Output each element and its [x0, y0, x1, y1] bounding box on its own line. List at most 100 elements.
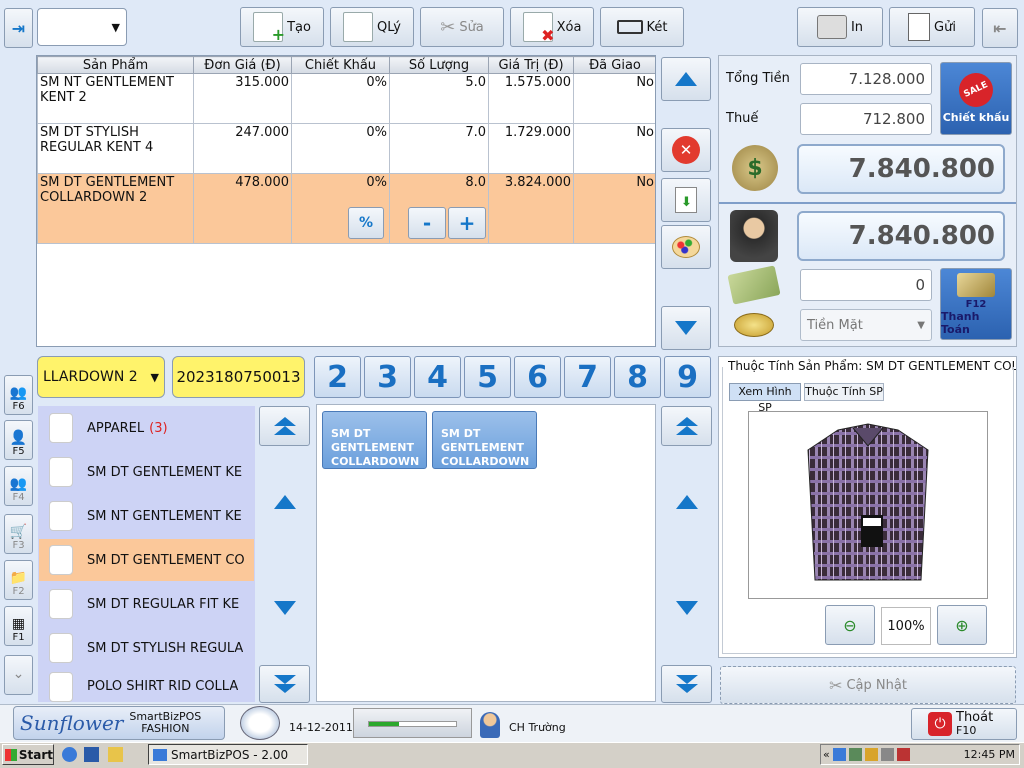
f4-label: F4	[12, 492, 25, 503]
exit-button[interactable]: ⏻ Thoát F10	[911, 708, 1017, 740]
barcode-input[interactable]: 2023180750013	[172, 356, 305, 398]
tray-volume-icon[interactable]	[848, 748, 862, 761]
double-arrow-down-icon	[273, 675, 296, 693]
category-scroll-up-button[interactable]	[259, 484, 310, 520]
digit-9-button[interactable]: 9	[664, 356, 711, 398]
product-page-down-button[interactable]	[661, 665, 712, 703]
checkout-button[interactable]: F12 Thanh Toán	[940, 268, 1012, 340]
payment-method-select[interactable]: Tiền Mặt ▼	[800, 309, 932, 341]
f3-button[interactable]: 🛒 F3	[4, 514, 33, 554]
table-row[interactable]: SM DT STYLISH REGULAR KENT 4 247.000 0% …	[37, 123, 655, 174]
quicklaunch-explorer-icon[interactable]	[108, 747, 123, 762]
order-table: Sản Phẩm Đơn Giá (Đ) Chiết Khấu Số Lượng…	[37, 56, 655, 244]
collapse-right-button[interactable]: ⇤	[982, 8, 1018, 48]
category-scroll-down-button[interactable]	[259, 590, 310, 626]
list-item[interactable]: POLO SHIRT RID COLLA	[39, 671, 254, 702]
col-product[interactable]: Sản Phẩm	[37, 56, 194, 74]
quicklaunch-ie-icon[interactable]	[62, 747, 77, 762]
taskbar-app-button[interactable]: SmartBizPOS - 2.00	[148, 744, 308, 765]
product-line3: COLLARDOWN 1	[441, 455, 530, 482]
tray-expand-icon[interactable]: «	[823, 748, 830, 761]
list-item[interactable]: SM NT GENTLEMENT KE	[39, 495, 254, 537]
chevron-down-icon: ▼	[917, 319, 925, 331]
list-item[interactable]: APPAREL (3)	[39, 407, 254, 449]
zoom-in-button[interactable]: ⊕	[937, 605, 987, 645]
cash-drawer-button[interactable]: Két	[600, 7, 684, 47]
col-delivered[interactable]: Đã Giao	[573, 56, 655, 74]
product-tile[interactable]: SM DT GENTLEMENT COLLARDOWN 2	[322, 411, 427, 482]
f5-button[interactable]: 👤 F5	[4, 420, 33, 460]
f4-button[interactable]: 👥 F4	[4, 466, 33, 506]
double-chevron-down-icon: ⌄	[12, 666, 25, 682]
col-value[interactable]: Giá Trị (Đ)	[488, 56, 574, 74]
close-circle-icon: ✕	[672, 136, 700, 164]
list-item-selected[interactable]: SM DT GENTLEMENT CO	[39, 539, 254, 581]
start-label: Start	[18, 747, 53, 762]
tab-attributes[interactable]: Thuộc Tính SP	[804, 383, 884, 401]
tray-security-icon[interactable]	[864, 748, 878, 761]
progress-fill	[369, 722, 400, 726]
quicklaunch-desktop-icon[interactable]	[84, 747, 99, 762]
create-button[interactable]: + Tạo	[240, 7, 324, 47]
list-item[interactable]: SM DT STYLISH REGULA	[39, 627, 254, 669]
start-button[interactable]: Start	[2, 744, 54, 765]
percent-discount-button[interactable]: %	[348, 207, 384, 239]
edit-button[interactable]: ✂ Sửa	[420, 7, 504, 47]
user-name: CH Trường	[509, 721, 566, 734]
grid-scroll-down-button[interactable]	[661, 306, 711, 350]
update-button[interactable]: ✂ Cập Nhật	[720, 666, 1016, 704]
tray-clock: 12:45 PM	[963, 748, 1015, 761]
list-item[interactable]: SM DT GENTLEMENT KE	[39, 451, 254, 493]
expand-fkeys-button[interactable]: ⌄	[4, 655, 33, 695]
digit-5-button[interactable]: 5	[464, 356, 511, 398]
product-combo[interactable]: LLARDOWN 2 ▼	[37, 356, 165, 398]
digit-7-button[interactable]: 7	[564, 356, 611, 398]
tray-network-icon[interactable]	[832, 748, 846, 761]
manage-button[interactable]: QLý	[330, 7, 414, 47]
table-row-selected[interactable]: SM DT GENTLEMENT COLLARDOWN 2 478.000 0%…	[37, 173, 655, 244]
increase-qty-button[interactable]: +	[448, 207, 486, 239]
list-document-icon	[343, 12, 373, 42]
tray-app-icon[interactable]	[880, 748, 894, 761]
remove-line-button[interactable]: ✕	[661, 128, 711, 172]
collapse-left-button[interactable]: ⇥	[4, 8, 33, 48]
digit-6-button[interactable]: 6	[514, 356, 561, 398]
sale-badge-text: SALE	[962, 80, 990, 100]
delete-button[interactable]: ✖ Xóa	[510, 7, 594, 47]
save-line-button[interactable]: ⬇	[661, 178, 711, 222]
tray-shield-icon[interactable]	[896, 748, 910, 761]
send-button[interactable]: Gửi	[889, 7, 975, 47]
grid-scroll-up-button[interactable]	[661, 57, 711, 101]
coins-icon	[734, 313, 774, 337]
f6-button[interactable]: 👥 F6	[4, 375, 33, 415]
f2-button[interactable]: 📁 F2	[4, 560, 33, 600]
print-button[interactable]: In	[797, 7, 883, 47]
decrease-qty-button[interactable]: -	[408, 207, 446, 239]
digit-2-button[interactable]: 2	[314, 356, 361, 398]
category-page-down-button[interactable]	[259, 665, 310, 703]
palette-button[interactable]	[661, 225, 711, 269]
category-page-up-button[interactable]	[259, 406, 310, 446]
f1-button[interactable]: ▦ F1	[4, 606, 33, 646]
zoom-out-button[interactable]: ⊖	[825, 605, 875, 645]
digit-8-button[interactable]: 8	[614, 356, 661, 398]
digit-3-button[interactable]: 3	[364, 356, 411, 398]
tab-view-image[interactable]: Xem Hình SP	[729, 383, 801, 414]
change-field[interactable]: 0	[800, 269, 932, 301]
cash-stack-icon	[957, 272, 995, 297]
cell-discount: 0%	[366, 175, 387, 190]
col-qty[interactable]: Số Lượng	[389, 56, 489, 74]
date-text: 14-12-2011	[289, 721, 353, 734]
table-row[interactable]: SM NT GENTLEMENT KENT 2 315.000 0% 5.0 1…	[37, 73, 655, 124]
toolbar-combo[interactable]: ▼	[37, 8, 127, 46]
product-tile[interactable]: SM DT GENTLEMENT COLLARDOWN 1	[432, 411, 537, 482]
discount-sale-button[interactable]: SALE Chiết khấu	[940, 62, 1012, 135]
product-scroll-up-button[interactable]	[661, 484, 712, 520]
list-item[interactable]: SM DT REGULAR FIT KE	[39, 583, 254, 625]
double-arrow-down-icon	[675, 675, 698, 693]
col-price[interactable]: Đơn Giá (Đ)	[193, 56, 292, 74]
digit-4-button[interactable]: 4	[414, 356, 461, 398]
col-discount[interactable]: Chiết Khấu	[291, 56, 390, 74]
product-scroll-down-button[interactable]	[661, 590, 712, 626]
product-page-up-button[interactable]	[661, 406, 712, 446]
